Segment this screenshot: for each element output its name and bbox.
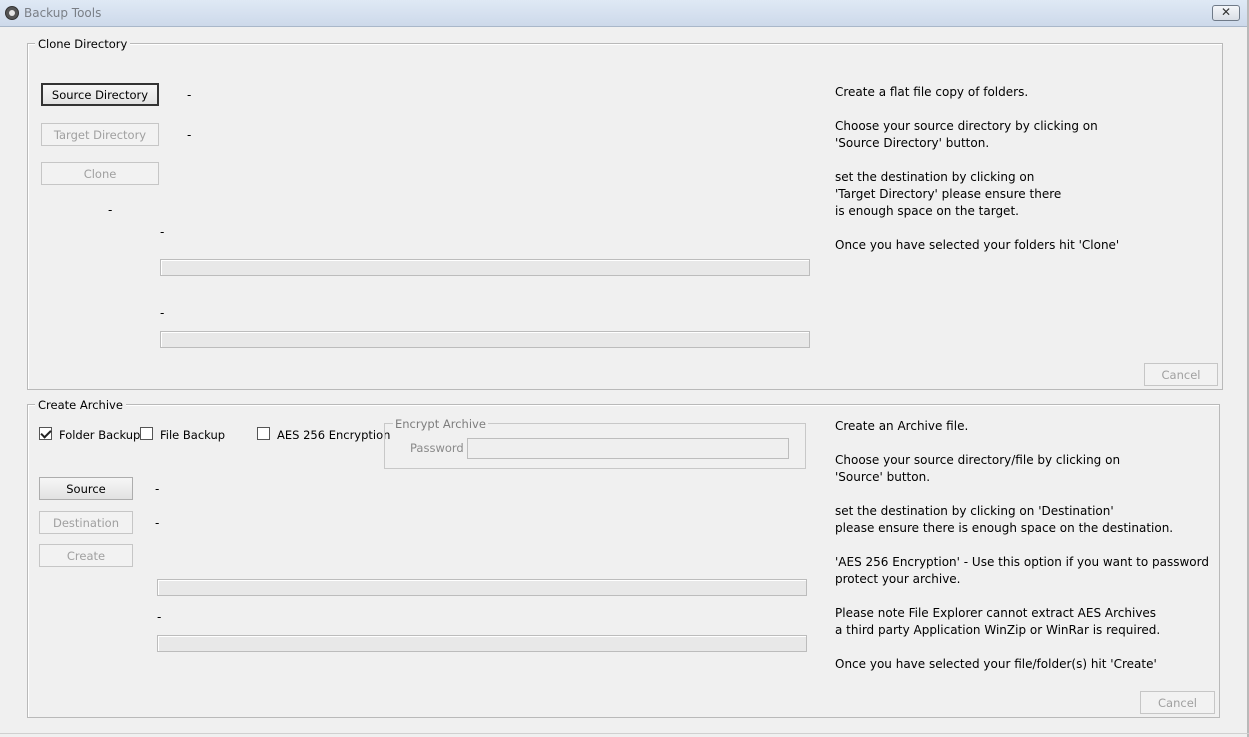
clone-progress-bar [160, 259, 810, 276]
folder-backup-label[interactable]: Folder Backup [59, 428, 140, 442]
file-backup-label[interactable]: File Backup [160, 428, 225, 442]
instruction-line: 'Source' button. [835, 470, 931, 484]
title-bar: Backup Tools ✕ [0, 0, 1249, 27]
clone-button[interactable]: Clone [41, 162, 159, 185]
password-input[interactable] [467, 438, 789, 459]
status-strip [0, 733, 1249, 737]
instruction-paragraph: Once you have selected your file/folder(… [835, 656, 1210, 673]
archive-destination-path: - [155, 516, 160, 530]
instruction-line: Choose your source directory by clicking… [835, 119, 1098, 133]
instruction-line: Once you have selected your file/folder(… [835, 657, 1157, 671]
instruction-paragraph: Once you have selected your folders hit … [835, 237, 1205, 254]
destination-button[interactable]: Destination [39, 511, 133, 534]
instruction-line: set the destination by clicking on [835, 170, 1035, 184]
instruction-paragraph: Choose your source directory/file by cli… [835, 452, 1210, 486]
archive-status-text: - [157, 610, 162, 624]
instruction-paragraph: set the destination by clicking on 'Dest… [835, 503, 1210, 537]
clone-status-text: - [108, 203, 113, 217]
window-title: Backup Tools [24, 6, 102, 20]
clone-overall-status-text: - [160, 306, 165, 320]
instruction-line: Create a flat file copy of folders. [835, 85, 1029, 99]
create-archive-group-label: Create Archive [35, 398, 126, 412]
instruction-line: a third party Application WinZip or WinR… [835, 623, 1161, 637]
instruction-line: set the destination by clicking on 'Dest… [835, 504, 1114, 518]
instruction-line: 'Source Directory' button. [835, 136, 990, 150]
archive-progress-bar [157, 579, 807, 596]
create-button[interactable]: Create [39, 544, 133, 567]
instruction-line: Once you have selected your folders hit … [835, 238, 1120, 252]
clone-instructions: Create a flat file copy of folders. Choos… [835, 84, 1205, 271]
instruction-line: is enough space on the target. [835, 204, 1019, 218]
aes-encryption-checkbox[interactable] [257, 427, 270, 440]
encrypt-archive-label: Encrypt Archive [393, 417, 488, 431]
instruction-line: please ensure there is enough space on t… [835, 521, 1174, 535]
instruction-line: Please note File Explorer cannot extract… [835, 606, 1157, 620]
source-directory-path: - [187, 88, 192, 102]
instruction-paragraph: Choose your source directory by clicking… [835, 118, 1205, 152]
archive-source-path: - [155, 482, 160, 496]
app-disc-icon [5, 6, 19, 20]
instruction-line: Create an Archive file. [835, 419, 969, 433]
instruction-paragraph: set the destination by clicking on 'Targe… [835, 169, 1205, 220]
clone-overall-progress-bar [160, 331, 810, 348]
instruction-line: Choose your source directory/file by cli… [835, 453, 1121, 467]
clone-directory-group-label: Clone Directory [35, 37, 131, 51]
instruction-line: 'Target Directory' please ensure there [835, 187, 1062, 201]
source-button[interactable]: Source [39, 477, 133, 500]
instruction-paragraph: Create a flat file copy of folders. [835, 84, 1205, 101]
instruction-paragraph: Please note File Explorer cannot extract… [835, 605, 1210, 639]
archive-overall-progress-bar [157, 635, 807, 652]
archive-cancel-button[interactable]: Cancel [1140, 691, 1215, 714]
archive-instructions: Create an Archive file. Choose your sourc… [835, 418, 1210, 690]
folder-backup-checkbox[interactable] [39, 427, 52, 440]
instruction-line: 'AES 256 Encryption' - Use this option i… [835, 555, 1209, 569]
instruction-paragraph: Create an Archive file. [835, 418, 1210, 435]
target-directory-button[interactable]: Target Directory [41, 123, 159, 146]
source-directory-button[interactable]: Source Directory [41, 83, 159, 106]
file-backup-checkbox[interactable] [140, 427, 153, 440]
clone-current-file-text: - [160, 225, 165, 239]
clone-cancel-button[interactable]: Cancel [1144, 363, 1218, 386]
password-label: Password [410, 441, 464, 455]
instruction-paragraph: 'AES 256 Encryption' - Use this option i… [835, 554, 1210, 588]
aes-encryption-label[interactable]: AES 256 Encryption [277, 428, 390, 442]
close-button[interactable]: ✕ [1212, 5, 1240, 21]
target-directory-path: - [187, 128, 192, 142]
instruction-line: protect your archive. [835, 572, 961, 586]
